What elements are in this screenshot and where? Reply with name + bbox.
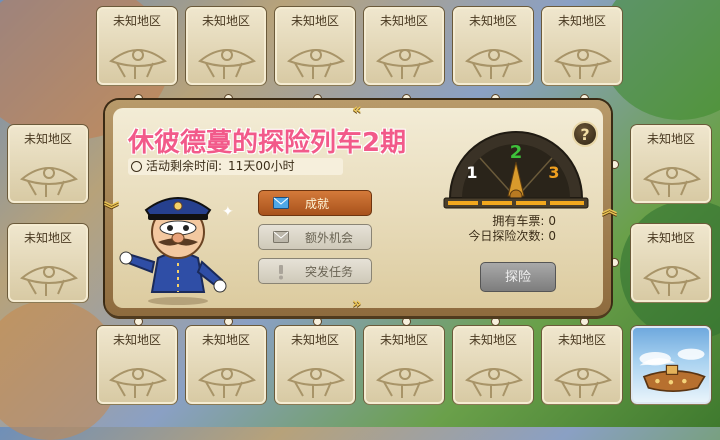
tile-label: 未知地区 [379,14,428,28]
extra-chance-button[interactable]: 额外机会 [258,224,372,250]
airship-sketch-icon [643,266,701,296]
map-tile-bottom-6[interactable]: 未知地区 [542,326,622,404]
tile-label: 未知地区 [23,231,72,245]
map-tile-left-1[interactable]: 未知地区 [8,125,88,203]
tile-label: 未知地区 [112,333,161,347]
path-dot [313,317,322,326]
tile-label: 未知地区 [468,14,517,28]
tile-label: 未知地区 [379,333,428,347]
achievement-button[interactable]: 成就 [258,190,372,216]
tickets-value: 0 [548,214,556,228]
extra-chance-button-label: 额外机会 [305,231,354,245]
gauge-right-number: 3 [548,163,559,182]
conductor-character: ✦ [119,197,234,305]
airship-sketch-icon [198,49,256,79]
tile-label: 未知地区 [557,333,606,347]
map-tile-top-3[interactable]: 未知地区 [275,7,355,85]
clock-icon [131,161,142,172]
tile-label: 未知地区 [468,333,517,347]
map-tile-right-2[interactable]: 未知地区 [631,224,711,302]
airship-sketch-icon [643,167,701,197]
chevron-down-icon: ︾ [104,200,120,218]
map-tile-bottom-1[interactable]: 未知地区 [97,326,177,404]
map-tile-top-1[interactable]: 未知地区 [97,7,177,85]
airship-sketch-icon [554,49,612,79]
path-dot [224,317,233,326]
tile-label: 未知地区 [201,333,250,347]
chevron-up-icon: ︽ [602,200,618,218]
airship-sketch-icon [109,49,167,79]
path-dot [610,258,619,267]
envelope-icon [273,197,289,209]
map-tile-bottom-2[interactable]: 未知地区 [186,326,266,404]
chevron-left-icon: « [352,100,362,118]
airship-sketch-icon [198,368,256,398]
airship-sketch-icon [376,368,434,398]
tile-label: 未知地区 [23,132,72,146]
achievement-button-label: 成就 [305,197,330,211]
svg-text:✦: ✦ [222,204,234,220]
explore-count-value: 0 [548,229,556,243]
explore-button[interactable]: 探险 [480,262,556,292]
airship-sketch-icon [376,49,434,79]
tile-label: 未知地区 [201,14,250,28]
gauge-center-number: 2 [510,142,523,163]
airship-illustration [639,348,706,393]
path-dot [580,317,589,326]
timer-label: 活动剩余时间: [146,159,223,173]
path-dot [134,317,143,326]
path-dot [491,317,500,326]
tile-label: 未知地区 [646,231,695,245]
airship-sketch-icon [20,266,78,296]
emergency-task-button[interactable]: 突发任务 [258,258,372,284]
event-timer: 活动剩余时间: 11天00小时 [128,158,343,175]
map-tile-right-1[interactable]: 未知地区 [631,125,711,203]
airship-sketch-icon [465,49,523,79]
tile-label: 未知地区 [290,14,339,28]
tickets-label: 拥有车票: [492,214,545,228]
map-tile-top-5[interactable]: 未知地区 [453,7,533,85]
airship-sketch-icon [465,368,523,398]
tile-label: 未知地区 [290,333,339,347]
explore-count-stat: 今日探险次数: 0 [446,227,556,244]
path-dot [610,160,619,169]
tile-label: 未知地区 [646,132,695,146]
map-tile-left-2[interactable]: 未知地区 [8,224,88,302]
event-title: 休彼德蔓的探险列车2期 [128,128,407,158]
map-tile-bottom-7-revealed[interactable] [631,326,711,404]
explore-count-label: 今日探险次数: [468,229,545,243]
airship-sketch-icon [20,167,78,197]
map-tile-bottom-5[interactable]: 未知地区 [453,326,533,404]
tile-label: 未知地区 [557,14,606,28]
emergency-task-button-label: 突发任务 [305,265,354,279]
path-dot [402,317,411,326]
map-tile-top-4[interactable]: 未知地区 [364,7,444,85]
exclamation-icon [279,265,283,280]
airship-sketch-icon [287,49,345,79]
timer-value: 11天00小时 [228,159,295,173]
airship-sketch-icon [287,368,345,398]
map-tile-top-2[interactable]: 未知地区 [186,7,266,85]
gauge-left-number: 1 [466,163,477,182]
airship-sketch-icon [109,368,167,398]
map-tile-top-6[interactable]: 未知地区 [542,7,622,85]
help-button[interactable]: ? [572,121,598,147]
map-tile-bottom-3[interactable]: 未知地区 [275,326,355,404]
airship-sketch-icon [554,368,612,398]
envelope-icon [273,231,289,243]
route-gauge: 1 2 3 [443,131,589,209]
chevron-right-icon: » [352,294,362,312]
map-tile-bottom-4[interactable]: 未知地区 [364,326,444,404]
tile-label: 未知地区 [112,14,161,28]
